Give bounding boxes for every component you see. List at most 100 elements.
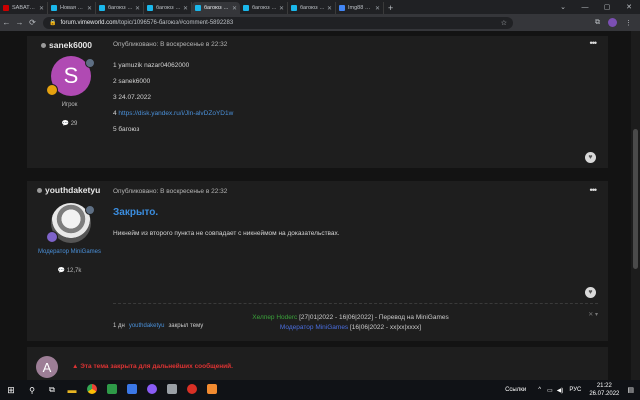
page-scrollbar[interactable] (631, 31, 640, 380)
clock-date: 26.07.2022 (589, 391, 620, 397)
forward-icon[interactable]: → (13, 18, 26, 27)
tab-favicon-icon (3, 5, 9, 11)
clock[interactable]: 21:22 26.07.2022 (589, 382, 619, 398)
event-time: 1 дн (113, 323, 125, 329)
app-icon-blue[interactable] (122, 384, 142, 396)
rank-badge-icon (46, 231, 58, 243)
tab-label: Img88 — Загру… (348, 5, 373, 11)
signature-divider (113, 303, 598, 304)
explorer-icon[interactable]: ▬ (62, 385, 82, 395)
tray-chevron-icon[interactable]: ^ (538, 387, 541, 393)
tab-favicon-icon (51, 5, 57, 11)
browser-tab[interactable]: SABATON - Ho…✕ (0, 2, 48, 14)
window-controls: ⌄ — ▢ ✕ (552, 0, 640, 14)
close-tab-icon[interactable]: ✕ (327, 5, 332, 12)
chrome-icon[interactable] (82, 384, 102, 396)
url-field[interactable]: 🔒 forum.vimeworld.com /topic/1096576-баг… (43, 16, 513, 29)
event-user[interactable]: youthdaketyu (129, 323, 165, 329)
post-date[interactable]: Опубликовано: В воскресенье в 22:32 (113, 41, 227, 48)
new-tab-button[interactable]: + (384, 2, 397, 14)
close-tab-icon[interactable]: ✕ (87, 5, 92, 12)
rank-badge-icon (46, 84, 58, 96)
maximize-button[interactable]: ▢ (596, 3, 618, 11)
clock-time: 21:22 (596, 383, 612, 389)
volume-icon[interactable]: ◀) (557, 387, 564, 394)
close-tab-icon[interactable]: ✕ (232, 5, 237, 12)
post-date[interactable]: Опубликовано: В воскресенье в 22:32 (113, 188, 227, 195)
app-icon-red[interactable] (182, 384, 202, 396)
page-viewport: sanek6000 S Игрок 💬 29 Опубликовано: В в… (0, 31, 640, 380)
proof-link[interactable]: https://disk.yandex.ru/i/Jln-alvDZoYD1w (118, 110, 233, 117)
reputation: 💬 29 (61, 121, 78, 127)
author-panel: youthdaketyu Модератор MiniGames 💬 12,7k (27, 181, 112, 341)
post-line-1: 1 yamuzik nazar04062000 (113, 62, 190, 69)
network-icon[interactable]: ▭ (547, 387, 553, 394)
tab-favicon-icon (243, 5, 249, 11)
minimize-button[interactable]: — (574, 4, 596, 11)
url-path: /topic/1096576-багоюз/#comment-5892283 (117, 19, 234, 26)
author-name[interactable]: youthdaketyu (37, 185, 100, 195)
search-icon[interactable]: ⚲ (22, 386, 42, 395)
closed-message: ▲ Эта тема закрыта для дальнейших сообще… (72, 363, 233, 370)
post-content: Опубликовано: В воскресенье в 22:32 ••• … (113, 36, 608, 168)
browser-tab[interactable]: багоюз - Жало…✕ (192, 2, 240, 14)
signature-close-icon[interactable]: ✕ ▾ (588, 311, 598, 318)
tab-label: Новая тема - V… (60, 5, 85, 11)
author-panel: sanek6000 S Игрок 💬 29 (27, 36, 112, 168)
close-tab-icon[interactable]: ✕ (183, 5, 188, 12)
tab-label: багоюз - Жало… (300, 5, 325, 11)
post-youthdaketyu: youthdaketyu Модератор MiniGames 💬 12,7k… (27, 181, 608, 341)
like-heart-icon[interactable]: ♥ (585, 152, 596, 163)
close-tab-icon[interactable]: ✕ (135, 5, 140, 12)
browser-tab[interactable]: багоюз - Жало…✕ (240, 2, 288, 14)
post-line-4: 4 https://disk.yandex.ru/i/Jln-alvDZoYD1… (113, 110, 234, 117)
app-icon-gray[interactable] (162, 384, 182, 396)
tab-label: багоюз - Жало… (204, 5, 230, 11)
taskbar: ⊞ ⚲ ⧉ ▬ Ссылки ^ ▭ ◀) РУС 21:22 26.07.20… (0, 380, 640, 400)
reputation: 💬 12,7k (57, 268, 82, 274)
browser-tab[interactable]: Новая тема - V…✕ (48, 2, 96, 14)
app-icon-orange[interactable] (202, 384, 222, 396)
more-options-icon[interactable]: ••• (590, 38, 598, 48)
language-indicator[interactable]: РУС (569, 387, 581, 393)
app-icon-green[interactable] (102, 384, 122, 396)
notifications-icon[interactable]: ▤ (627, 386, 634, 394)
url-host: forum.vimeworld.com (60, 19, 118, 26)
menu-icon[interactable]: ⋮ (625, 19, 632, 27)
back-icon[interactable]: ← (0, 18, 13, 27)
tab-label: багоюз - Жало… (252, 5, 277, 11)
scrollbar-thumb[interactable] (633, 129, 638, 269)
browser-tab[interactable]: багоюз - Жало…✕ (144, 2, 192, 14)
extensions-icon[interactable]: ⧉ (595, 19, 600, 27)
close-tab-icon[interactable]: ✕ (375, 5, 380, 12)
start-button[interactable]: ⊞ (0, 385, 22, 396)
tab-search-icon[interactable]: ⌄ (552, 3, 574, 11)
like-heart-icon[interactable]: ♥ (585, 287, 596, 298)
close-tab-icon[interactable]: ✕ (39, 5, 44, 12)
more-options-icon[interactable]: ••• (590, 185, 598, 195)
browser-tab[interactable]: Img88 — Загру…✕ (336, 2, 384, 14)
closed-notice: A ▲ Эта тема закрыта для дальнейших сооб… (27, 347, 608, 380)
avatar: A (36, 356, 58, 378)
bookmark-star-icon[interactable]: ☆ (501, 19, 507, 27)
topic-event: 1 дн youthdaketyu закрыл тему (107, 319, 210, 333)
post-line-3: 3 24.07.2022 (113, 94, 151, 101)
reload-icon[interactable]: ⟳ (26, 18, 39, 27)
close-window-button[interactable]: ✕ (618, 3, 640, 11)
browser-tab[interactable]: багоюз - Жало…✕ (96, 2, 144, 14)
profile-avatar[interactable] (608, 18, 617, 27)
browser-tab[interactable]: багоюз - Жало…✕ (288, 2, 336, 14)
task-view-icon[interactable]: ⧉ (42, 385, 62, 395)
status-badge (85, 205, 95, 215)
tab-strip: SABATON - Ho…✕Новая тема - V…✕багоюз - Ж… (0, 0, 384, 14)
address-bar-row: ← → ⟳ 🔒 forum.vimeworld.com /topic/10965… (0, 14, 640, 31)
tab-favicon-icon (291, 5, 297, 11)
post-title: Закрыто. (113, 207, 159, 218)
offline-dot (41, 42, 46, 48)
user-role: Игрок (61, 102, 78, 108)
close-tab-icon[interactable]: ✕ (279, 5, 284, 12)
links-toolbar[interactable]: Ссылки (505, 387, 526, 393)
tab-favicon-icon (99, 5, 105, 11)
app-icon-purple[interactable] (142, 384, 162, 396)
author-name[interactable]: sanek6000 (41, 40, 92, 50)
